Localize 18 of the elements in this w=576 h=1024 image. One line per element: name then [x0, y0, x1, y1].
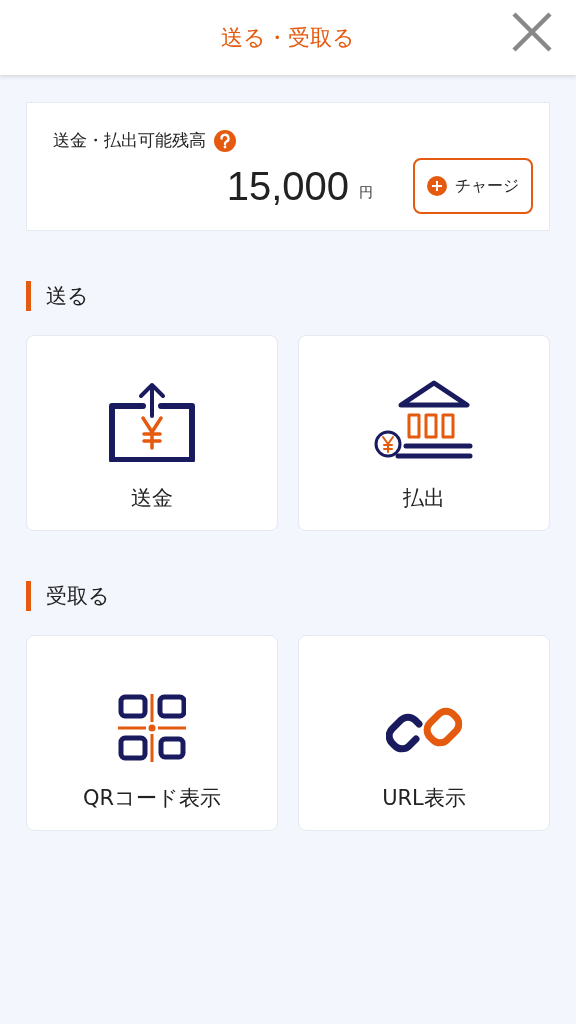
menu-tile[interactable]: 送金 [26, 335, 278, 531]
page-title: 送る・受取る [221, 23, 355, 52]
plus-icon [427, 176, 447, 196]
currency-unit: 円 [359, 184, 373, 202]
balance-amount: 15,000 [226, 163, 349, 209]
section-heading: 受取る [26, 581, 550, 611]
qr-code-icon [118, 694, 186, 762]
help-icon[interactable] [214, 129, 236, 152]
menu-tile[interactable]: 払出 [298, 335, 550, 531]
charge-button[interactable]: チャージ [413, 158, 533, 214]
yen-upload-icon [109, 382, 195, 462]
menu-tile[interactable]: URL表示 [298, 635, 550, 831]
close-button[interactable] [510, 10, 554, 54]
balance-label: 送金・払出可能残高 [53, 129, 206, 152]
menu-tile[interactable]: QRコード表示 [26, 635, 278, 831]
section-heading: 送る [26, 281, 550, 311]
close-icon [510, 10, 554, 54]
bank-icon [374, 380, 474, 462]
